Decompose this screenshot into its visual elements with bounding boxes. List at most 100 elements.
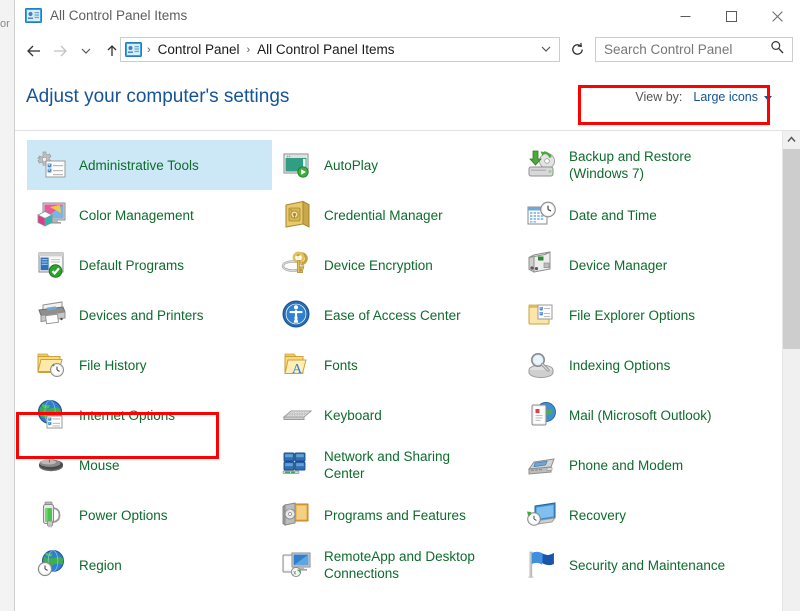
window-controls <box>662 0 800 32</box>
control-panel-item-mouse[interactable]: Mouse <box>27 440 272 490</box>
network-sharing-icon <box>280 448 314 482</box>
view-by-label: View by: <box>635 90 683 104</box>
control-panel-item-label: File History <box>79 357 147 373</box>
recent-locations-chevron-down-icon[interactable] <box>73 36 99 66</box>
control-panel-item-internet-options[interactable]: Internet Options <box>27 390 272 440</box>
control-panel-items-grid: Administrative Tools AutoPlay Backup and… <box>27 140 778 590</box>
svg-text:x: x <box>293 571 296 577</box>
control-panel-item-label: Credential Manager <box>324 207 443 223</box>
control-panel-window: All Control Panel Items › Control Panel … <box>14 0 800 611</box>
control-panel-item-ease-of-access[interactable]: Ease of Access Center <box>272 290 517 340</box>
control-panel-item-label: File Explorer Options <box>569 307 696 323</box>
autoplay-icon <box>280 148 314 182</box>
scroll-up-chevron-up-icon[interactable] <box>783 131 800 148</box>
control-panel-item-credential-manager[interactable]: Credential Manager <box>272 190 517 240</box>
refresh-icon[interactable] <box>565 37 590 62</box>
view-by-control[interactable]: View by: Large icons <box>635 90 772 104</box>
control-panel-item-label: Fonts <box>324 357 358 373</box>
breadcrumb-all-control-panel-items[interactable]: All Control Panel Items <box>255 42 396 57</box>
ease-of-access-icon <box>280 298 314 332</box>
backup-restore-icon <box>525 148 559 182</box>
control-panel-item-label: Phone and Modem <box>569 457 684 473</box>
back-arrow-icon[interactable] <box>21 36 47 66</box>
mail-icon <box>525 398 559 432</box>
title-bar: All Control Panel Items <box>15 0 800 33</box>
control-panel-item-label: Indexing Options <box>569 357 671 373</box>
control-panel-item-device-encryption[interactable]: Device Encryption <box>272 240 517 290</box>
page-title: Adjust your computer's settings <box>26 86 290 107</box>
scrollbar-thumb[interactable] <box>783 149 800 349</box>
control-panel-item-label: Network and Sharing Center <box>324 449 451 481</box>
control-panel-item-network-sharing[interactable]: Network and Sharing Center <box>272 440 517 490</box>
control-panel-item-label: Devices and Printers <box>79 307 204 323</box>
minimize-button[interactable] <box>662 0 708 32</box>
maximize-button[interactable] <box>708 0 754 32</box>
header-band: Adjust your computer's settings View by:… <box>15 68 800 131</box>
control-panel-item-region[interactable]: Region <box>27 540 272 590</box>
navigation-bar: › Control Panel › All Control Panel Item… <box>15 33 800 68</box>
phone-and-modem-icon <box>525 448 559 482</box>
control-panel-item-administrative-tools[interactable]: Administrative Tools <box>27 140 272 190</box>
control-panel-item-security-maintenance[interactable]: Security and Maintenance <box>517 540 762 590</box>
control-panel-item-label: Default Programs <box>79 257 185 273</box>
control-panel-item-recovery[interactable]: Recovery <box>517 490 762 540</box>
control-panel-item-label: Ease of Access Center <box>324 307 461 323</box>
control-panel-item-label: Color Management <box>79 207 194 223</box>
control-panel-item-label: Backup and Restore (Windows 7) <box>569 149 692 181</box>
power-options-icon <box>35 498 69 532</box>
control-panel-item-programs-features[interactable]: Programs and Features <box>272 490 517 540</box>
address-bar[interactable]: › Control Panel › All Control Panel Item… <box>120 37 560 62</box>
control-panel-item-label: Power Options <box>79 507 168 523</box>
control-panel-item-phone-and-modem[interactable]: Phone and Modem <box>517 440 762 490</box>
control-panel-item-label: RemoteApp and Desktop Connections <box>324 549 475 581</box>
administrative-tools-icon <box>35 148 69 182</box>
window-title: All Control Panel Items <box>50 8 188 23</box>
background-window-text: or <box>0 18 10 30</box>
control-panel-item-file-history[interactable]: File History <box>27 340 272 390</box>
remoteapp-icon: x <box>280 548 314 582</box>
mouse-icon <box>35 448 69 482</box>
default-programs-icon <box>35 248 69 282</box>
control-panel-item-default-programs[interactable]: Default Programs <box>27 240 272 290</box>
security-maintenance-icon <box>525 548 559 582</box>
search-icon[interactable] <box>770 40 792 59</box>
control-panel-item-label: Date and Time <box>569 207 657 223</box>
control-panel-item-device-manager[interactable]: Device Manager <box>517 240 762 290</box>
control-panel-item-label: Mouse <box>79 457 120 473</box>
control-panel-item-remoteapp[interactable]: x RemoteApp and Desktop Connections <box>272 540 517 590</box>
control-panel-item-date-and-time[interactable]: Date and Time <box>517 190 762 240</box>
view-by-chevron-down-icon[interactable] <box>764 96 772 101</box>
control-panel-item-keyboard[interactable]: Keyboard <box>272 390 517 440</box>
control-panel-item-fonts[interactable]: A Fonts <box>272 340 517 390</box>
control-panel-item-label: Administrative Tools <box>79 157 199 173</box>
view-by-value[interactable]: Large icons <box>693 90 758 104</box>
vertical-scrollbar[interactable] <box>782 131 800 611</box>
svg-text:A: A <box>292 362 303 377</box>
control-panel-item-label: Device Encryption <box>324 257 433 273</box>
programs-features-icon <box>280 498 314 532</box>
control-panel-item-label: Mail (Microsoft Outlook) <box>569 407 712 423</box>
control-panel-item-indexing-options[interactable]: Indexing Options <box>517 340 762 390</box>
search-placeholder: Search Control Panel <box>604 42 733 57</box>
close-button[interactable] <box>754 0 800 32</box>
address-chevron-down-icon[interactable] <box>540 41 559 59</box>
control-panel-item-label: Region <box>79 557 122 573</box>
control-panel-item-devices-and-printers[interactable]: Devices and Printers <box>27 290 272 340</box>
indexing-options-icon <box>525 348 559 382</box>
control-panel-item-color-management[interactable]: Color Management <box>27 190 272 240</box>
recovery-icon <box>525 498 559 532</box>
devices-and-printers-icon <box>35 298 69 332</box>
device-encryption-icon <box>280 248 314 282</box>
search-input[interactable]: Search Control Panel <box>595 37 793 62</box>
control-panel-item-autoplay[interactable]: AutoPlay <box>272 140 517 190</box>
control-panel-item-label: Programs and Features <box>324 507 466 523</box>
screenshot-root: or All Control Panel Items › Control Pan… <box>0 0 800 611</box>
control-panel-item-label: Keyboard <box>324 407 382 423</box>
control-panel-item-mail[interactable]: Mail (Microsoft Outlook) <box>517 390 762 440</box>
control-panel-item-backup-restore[interactable]: Backup and Restore (Windows 7) <box>517 140 762 190</box>
control-panel-item-file-explorer-options[interactable]: File Explorer Options <box>517 290 762 340</box>
breadcrumb-separator: › <box>147 43 151 56</box>
color-management-icon <box>35 198 69 232</box>
breadcrumb-control-panel[interactable]: Control Panel <box>156 42 242 57</box>
control-panel-item-power-options[interactable]: Power Options <box>27 490 272 540</box>
